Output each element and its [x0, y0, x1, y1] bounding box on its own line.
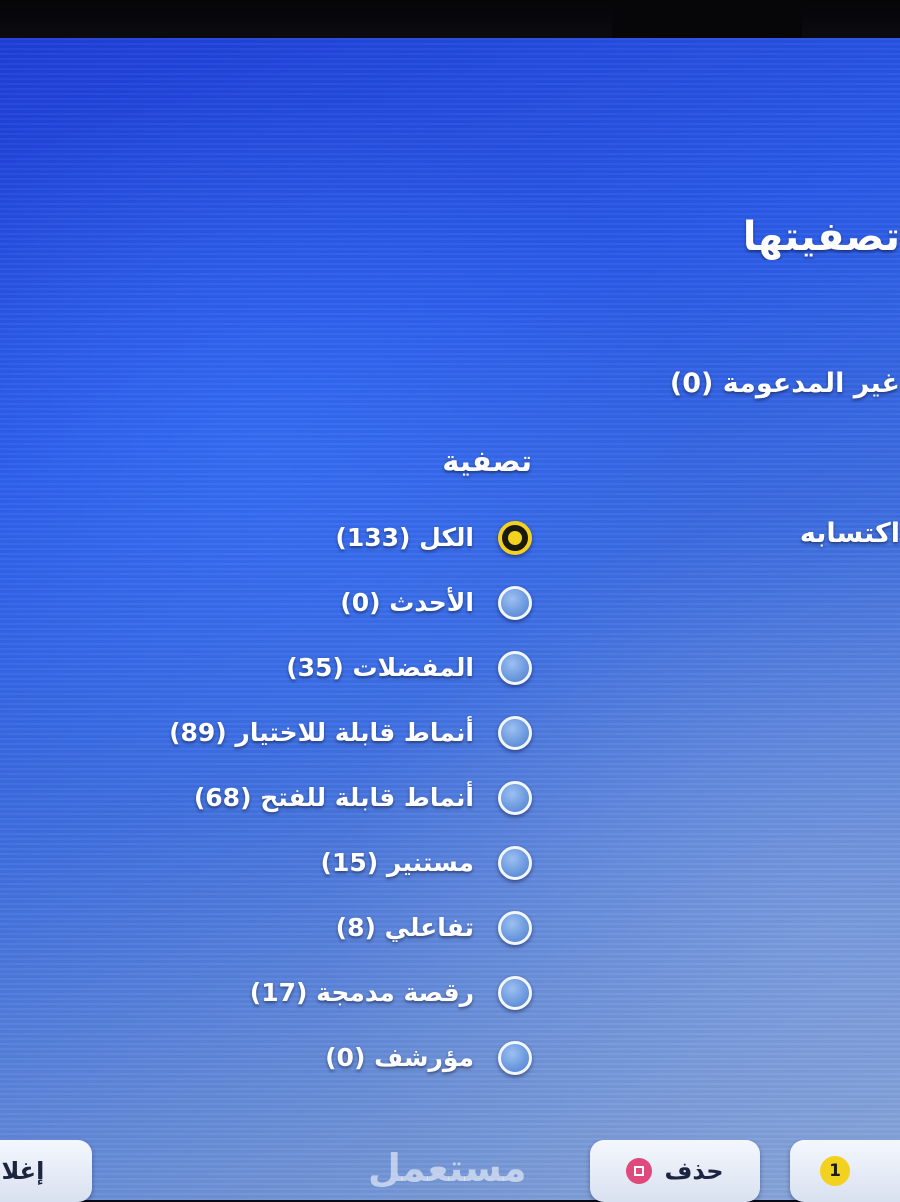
filter-option-label: مؤرشف (0)	[325, 1043, 474, 1072]
filter-option-label: أنماط قابلة للاختيار (89)	[169, 718, 474, 747]
filter-option-label: مستنير (15)	[320, 848, 474, 877]
close-button-label: إغلاق	[0, 1157, 45, 1185]
page-title: تصفيتها	[742, 214, 900, 260]
filter-option-label: الكل (133)	[335, 523, 474, 552]
radio-icon	[498, 975, 532, 1010]
radio-icon	[498, 715, 532, 750]
filter-option-lit[interactable]: مستنير (15)	[0, 830, 532, 895]
square-button-icon	[626, 1158, 653, 1184]
radio-icon	[498, 1040, 532, 1075]
watermark-logo: مستعمل	[368, 1146, 527, 1190]
delete-button[interactable]: حذف	[590, 1140, 760, 1202]
radio-icon	[498, 650, 532, 685]
filter-option-label: تفاعلي (8)	[335, 913, 474, 942]
unsupported-count-label: غير المدعومة (0)	[669, 368, 900, 399]
secondary-action-button[interactable]: 1	[790, 1140, 900, 1202]
filter-heading: تصفية	[442, 444, 532, 478]
filter-option-label: الأحدث (0)	[340, 588, 474, 617]
filter-option-label: أنماط قابلة للفتح (68)	[193, 783, 474, 812]
filter-option-label: المفضلات (35)	[286, 653, 474, 682]
filter-options-list: الكل (133) الأحدث (0) المفضلات (35) أنما…	[0, 505, 532, 1090]
filter-option-newest[interactable]: الأحدث (0)	[0, 570, 532, 635]
filter-option-archived[interactable]: مؤرشف (0)	[0, 1025, 532, 1090]
filter-option-all[interactable]: الكل (133)	[0, 505, 532, 570]
radio-icon	[498, 910, 532, 945]
close-button[interactable]: إغلاق	[0, 1140, 92, 1202]
radio-icon	[498, 585, 532, 620]
filter-option-label: رقصة مدمجة (17)	[249, 978, 474, 1007]
radio-icon	[498, 780, 532, 815]
delete-button-label: حذف	[664, 1157, 724, 1185]
count-badge: 1	[820, 1156, 850, 1186]
filter-option-interactive[interactable]: تفاعلي (8)	[0, 895, 532, 960]
filter-option-favorites[interactable]: المفضلات (35)	[0, 635, 532, 700]
acquisition-label: اكتسابه	[799, 518, 900, 549]
filter-option-selectable-styles[interactable]: أنماط قابلة للاختيار (89)	[0, 700, 532, 765]
radio-selected-icon	[498, 520, 532, 555]
filter-option-synced-emote[interactable]: رقصة مدمجة (17)	[0, 960, 532, 1025]
filter-option-unlockable-styles[interactable]: أنماط قابلة للفتح (68)	[0, 765, 532, 830]
radio-icon	[498, 845, 532, 880]
